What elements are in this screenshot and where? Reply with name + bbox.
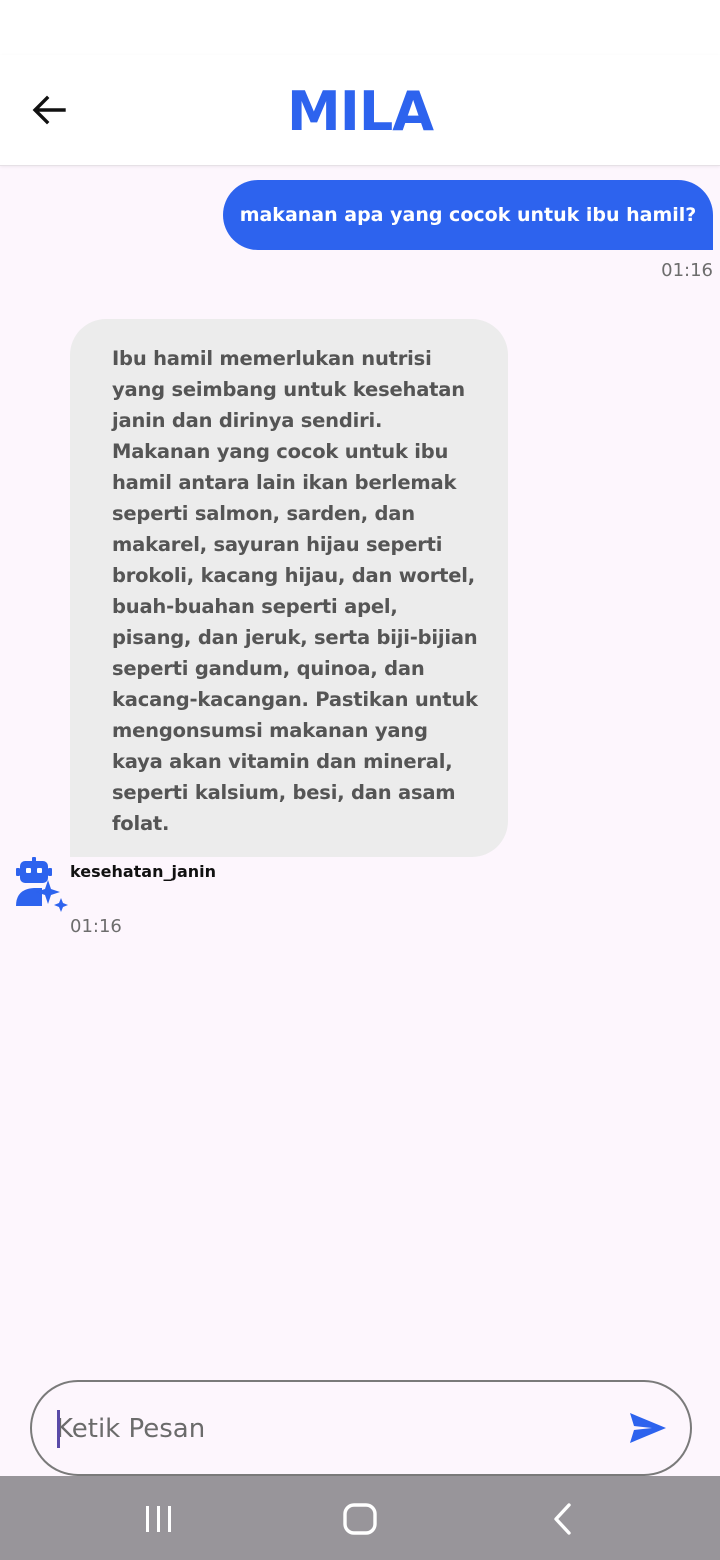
home-icon bbox=[343, 1503, 377, 1535]
user-message-bubble: makanan apa yang cocok untuk ibu hamil? bbox=[223, 180, 713, 250]
page-title: MILA bbox=[286, 80, 434, 143]
robot-sparkle-icon bbox=[12, 856, 70, 916]
message-input[interactable] bbox=[56, 1404, 616, 1454]
recents-icon bbox=[146, 1506, 171, 1532]
user-message-text: makanan apa yang cocok untuk ibu hamil? bbox=[239, 204, 697, 226]
bot-name: kesehatan_janin bbox=[70, 862, 217, 881]
bot-message-bubble: Ibu hamil memerlukan nutrisi yang seimba… bbox=[70, 319, 508, 857]
send-button[interactable] bbox=[626, 1408, 670, 1448]
message-composer bbox=[30, 1380, 692, 1476]
app-bar: MILA bbox=[0, 55, 720, 166]
nav-back-button[interactable] bbox=[532, 1498, 592, 1540]
recents-button[interactable] bbox=[129, 1498, 189, 1540]
system-nav-bar bbox=[0, 1476, 720, 1560]
text-caret bbox=[57, 1410, 60, 1448]
bot-message-time: 01:16 bbox=[70, 916, 122, 937]
status-bar bbox=[0, 0, 720, 55]
home-button[interactable] bbox=[330, 1498, 390, 1540]
nav-back-icon bbox=[554, 1503, 571, 1535]
user-message-time: 01:16 bbox=[661, 260, 713, 281]
send-icon bbox=[630, 1413, 666, 1443]
bot-message-text: Ibu hamil memerlukan nutrisi yang seimba… bbox=[112, 347, 478, 835]
